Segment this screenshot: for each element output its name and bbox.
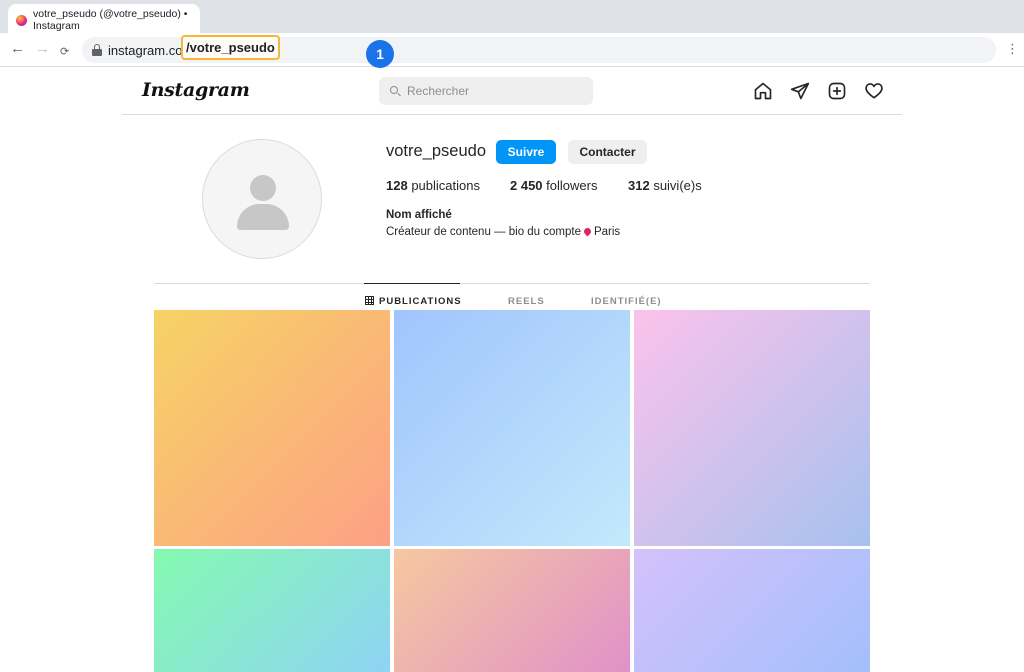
profile-bio: Créateur de contenu — bio du compte Paris: [386, 226, 620, 238]
browser-tabstrip: votre_pseudo (@votre_pseudo) • Instagram: [0, 0, 1024, 33]
contact-button[interactable]: Contacter: [568, 140, 647, 164]
reload-icon[interactable]: ⟳: [60, 42, 69, 62]
post-thumbnail[interactable]: [154, 310, 390, 546]
followers-count-value: 2 450: [510, 178, 543, 193]
back-arrow-icon[interactable]: ←: [10, 39, 25, 59]
step-number-badge: 1: [366, 40, 394, 68]
url-path-highlight: /votre_pseudo: [181, 35, 280, 60]
following-count-value: 312: [628, 178, 650, 193]
posts-count: 128 publications: [386, 178, 480, 193]
forward-arrow-icon[interactable]: →: [35, 39, 50, 59]
profile-username: votre_pseudo: [386, 142, 486, 160]
bio-location: Paris: [593, 226, 621, 238]
post-thumbnail[interactable]: [394, 549, 630, 672]
home-icon[interactable]: [753, 81, 773, 101]
address-bar[interactable]: instagram.com /votre_pseudo 1: [82, 35, 996, 68]
new-post-icon[interactable]: [827, 81, 847, 101]
post-thumbnail[interactable]: [634, 549, 870, 672]
followers-count[interactable]: 2 450 followers: [510, 178, 597, 193]
instagram-logo[interactable]: Instagram: [142, 79, 250, 101]
send-icon[interactable]: [790, 81, 810, 101]
search-input[interactable]: Rechercher: [379, 77, 593, 105]
tab-publications[interactable]: PUBLICATIONS: [365, 296, 462, 307]
browser-menu-icon[interactable]: ⋮: [1006, 41, 1019, 57]
search-icon: [390, 86, 398, 94]
following-count[interactable]: 312 suivi(e)s: [628, 178, 702, 193]
tab-tagged[interactable]: IDENTIFIÉ(E): [591, 296, 662, 307]
location-pin-icon: [582, 226, 593, 237]
tabs-divider: [154, 283, 870, 284]
lock-icon: [92, 44, 102, 56]
tab-publications-label: PUBLICATIONS: [379, 296, 462, 307]
avatar-placeholder-head: [250, 175, 276, 201]
active-tab-indicator: [364, 283, 460, 284]
followers-count-label: followers: [542, 178, 598, 193]
tab-title: votre_pseudo (@votre_pseudo) • Instagram: [33, 8, 188, 32]
bio-text: Créateur de contenu — bio du compte: [386, 226, 581, 238]
search-placeholder: Rechercher: [407, 84, 470, 98]
post-thumbnail[interactable]: [634, 310, 870, 546]
avatar[interactable]: [202, 139, 322, 259]
follow-button[interactable]: Suivre: [496, 140, 556, 164]
avatar-placeholder-body: [237, 204, 289, 230]
post-thumbnail[interactable]: [154, 549, 390, 672]
instagram-favicon-icon: [16, 15, 27, 26]
instagram-header: Instagram Rechercher: [122, 67, 902, 115]
browser-tab[interactable]: votre_pseudo (@votre_pseudo) • Instagram: [8, 4, 200, 33]
posts-count-label: publications: [407, 178, 480, 193]
heart-icon[interactable]: [864, 81, 884, 101]
display-name: Nom affiché: [386, 209, 452, 221]
post-thumbnail[interactable]: [394, 310, 630, 546]
browser-toolbar: ← → ⟳ instagram.com /votre_pseudo 1 ⋮: [0, 33, 1024, 68]
posts-count-value: 128: [386, 178, 408, 193]
following-count-label: suivi(e)s: [649, 178, 702, 193]
grid-icon: [365, 296, 374, 305]
tab-reels[interactable]: REELS: [508, 296, 545, 307]
